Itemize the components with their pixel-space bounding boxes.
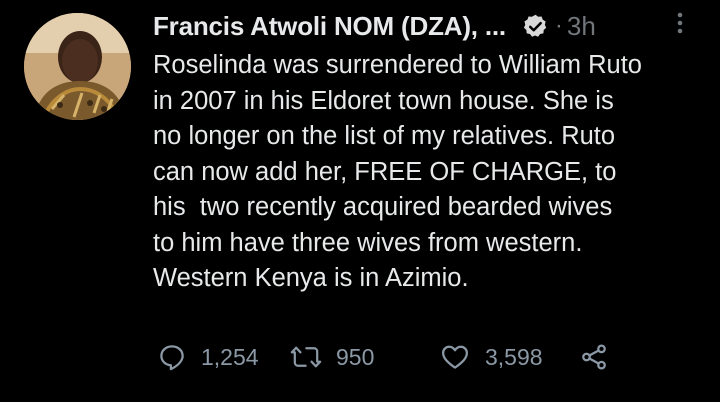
like-count: 3,598 <box>485 343 543 370</box>
tweet-text: Roselinda was surrendered to William Rut… <box>153 48 713 297</box>
tweet-text-line: in 2007 in his Eldoret town house. She i… <box>153 86 614 115</box>
tweet-card[interactable]: Francis Atwoli NOM (DZA), ... · 3h Rosel… <box>0 0 720 402</box>
reply-button[interactable]: 1,254 <box>157 337 259 377</box>
reply-icon <box>157 342 187 372</box>
tweet-actions: 1,254 950 3,598 <box>157 337 627 377</box>
share-icon <box>578 342 610 372</box>
more-vertical-icon[interactable] <box>670 8 690 38</box>
tweet-text-line: Western Kenya is in Azimio. <box>153 264 469 292</box>
retweet-icon <box>290 342 322 372</box>
author-name[interactable]: Francis Atwoli NOM (DZA), ... <box>153 11 506 42</box>
tweet-header: Francis Atwoli NOM (DZA), ... · 3h <box>153 8 596 44</box>
reply-count: 1,254 <box>201 343 259 370</box>
separator-dot: · <box>554 12 563 39</box>
heart-icon <box>439 342 471 372</box>
like-button[interactable]: 3,598 <box>439 337 543 377</box>
tweet-text-line: to him have three wives from western. <box>153 228 583 257</box>
retweet-count: 950 <box>336 343 375 370</box>
tweet-text-line: no longer on the list of my relatives. R… <box>153 122 616 150</box>
tweet-text-line: Roselinda was surrendered to William Rut… <box>153 51 642 79</box>
retweet-button[interactable]: 950 <box>290 337 374 377</box>
share-button[interactable] <box>578 337 610 377</box>
tweet-text-line: can now add her, FREE OF CHARGE, to <box>153 157 617 186</box>
tweet-time[interactable]: 3h <box>567 11 596 42</box>
verified-badge-icon <box>522 13 549 40</box>
avatar[interactable] <box>24 13 131 120</box>
tweet-text-line: his two recently acquired bearded wives <box>153 193 613 221</box>
